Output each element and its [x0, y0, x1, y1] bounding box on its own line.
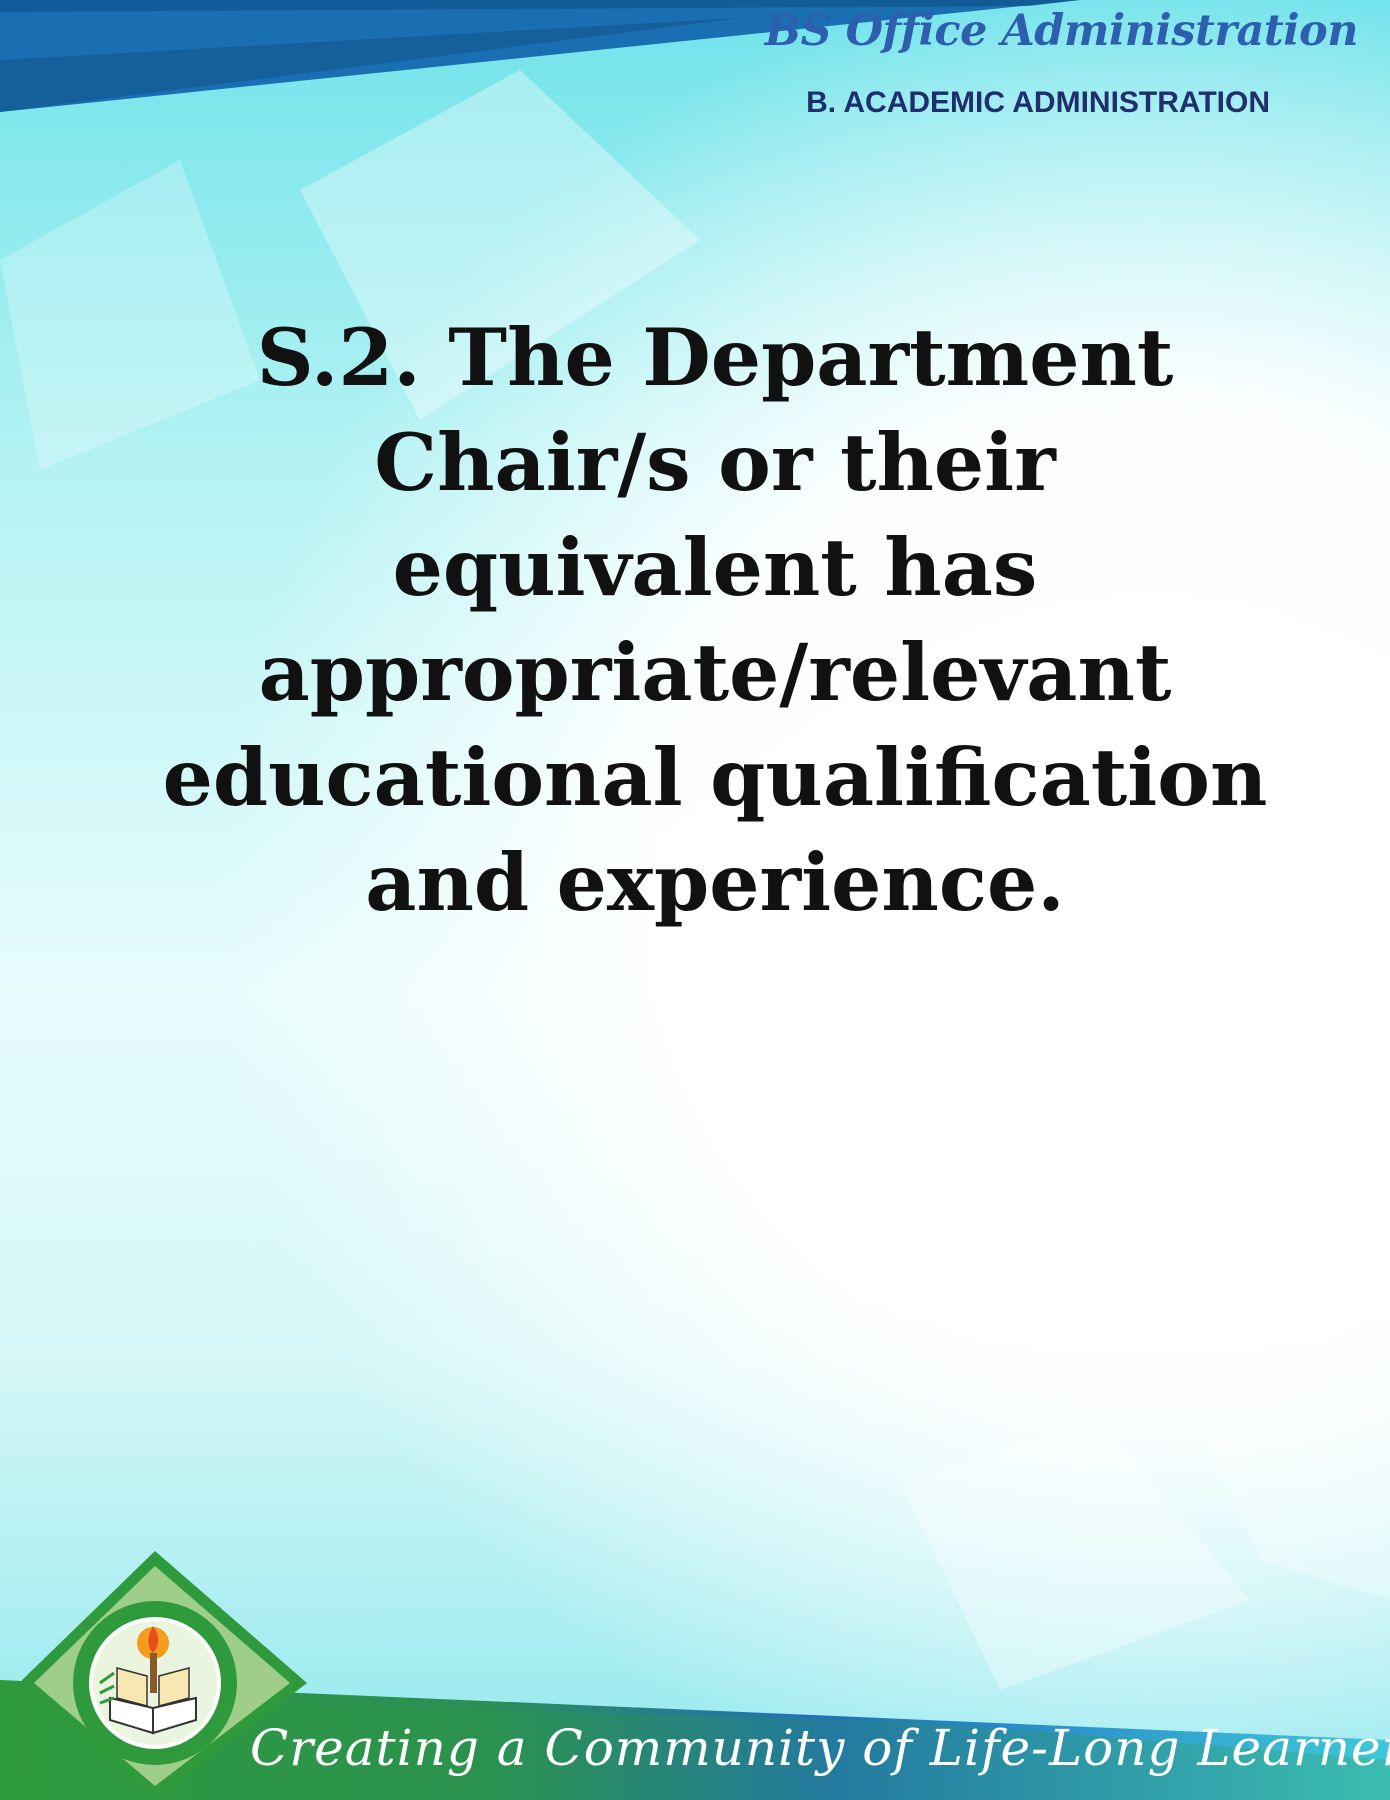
footer-tagline: Creating a Community of Life-Long Learne… [250, 1719, 1390, 1777]
footer-band [0, 1680, 1390, 1800]
document-page: BS Office Administration B. ACADEMIC ADM… [0, 0, 1390, 1800]
